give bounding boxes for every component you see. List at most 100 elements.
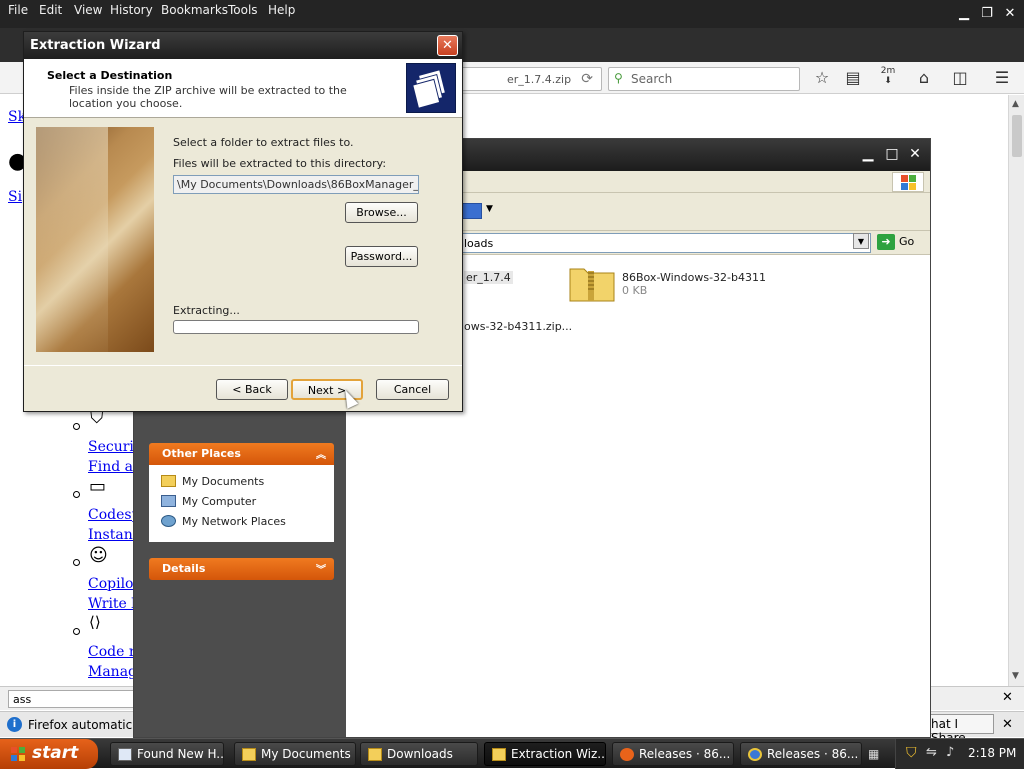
menu-bookmarks[interactable]: Bookmarks bbox=[161, 3, 228, 17]
go-button[interactable]: ➜ Go bbox=[877, 234, 914, 250]
menu-file[interactable]: File bbox=[8, 3, 28, 17]
zip-folder-icon[interactable] bbox=[568, 263, 616, 303]
task-downloads[interactable]: Downloads bbox=[360, 742, 478, 766]
file-item[interactable]: 86Box-Windows-32-b4311 0 KB bbox=[622, 271, 766, 297]
page-link[interactable]: Instant bbox=[88, 527, 138, 543]
system-tray: ⛉ ⇋ ♪ 2:18 PM bbox=[895, 739, 1024, 769]
place-my-documents[interactable]: My Documents bbox=[161, 475, 264, 488]
network-icon[interactable]: ⇋ bbox=[926, 745, 937, 760]
minimize-icon[interactable]: ▁ bbox=[954, 5, 974, 23]
computer-icon bbox=[161, 495, 176, 507]
zip-folders-icon bbox=[406, 63, 456, 113]
address-dropdown-icon[interactable]: ▼ bbox=[853, 233, 869, 249]
browse-button[interactable]: Browse... bbox=[345, 202, 418, 223]
page-link[interactable]: Manag bbox=[88, 664, 137, 680]
search-input[interactable]: ⚲ Search bbox=[608, 67, 800, 91]
code-review-icon: ⟨⟩ bbox=[89, 613, 101, 631]
pocket-icon[interactable]: ◫ bbox=[949, 68, 971, 87]
place-my-network[interactable]: My Network Places bbox=[161, 515, 286, 528]
page-link[interactable]: Si bbox=[8, 189, 22, 205]
destination-field[interactable]: \My Documents\Downloads\86BoxManager_1.7… bbox=[173, 175, 419, 194]
cancel-button[interactable]: Cancel bbox=[376, 379, 449, 400]
close-icon[interactable]: ✕ bbox=[437, 35, 458, 56]
place-label: My Computer bbox=[182, 495, 257, 508]
other-places-title: Other Places bbox=[162, 447, 241, 460]
task-extraction-wizard[interactable]: Extraction Wiz... bbox=[484, 742, 606, 766]
page-link[interactable]: Code r bbox=[88, 644, 136, 660]
details-title: Details bbox=[162, 562, 206, 575]
file-item[interactable]: ows-32-b4311.zip... bbox=[464, 320, 572, 333]
find-input[interactable]: ass bbox=[8, 690, 134, 708]
reading-list-icon[interactable]: ▤ bbox=[842, 68, 864, 87]
window-icon bbox=[118, 748, 132, 761]
share-button[interactable]: hat I Share bbox=[926, 714, 994, 745]
restore-icon[interactable]: ❐ bbox=[977, 5, 997, 23]
start-button[interactable]: start bbox=[0, 739, 98, 769]
scroll-thumb[interactable] bbox=[1012, 115, 1022, 157]
maximize-icon[interactable]: □ bbox=[883, 146, 901, 163]
other-places-body: My Documents My Computer My Network Plac… bbox=[149, 465, 334, 542]
task-label: Releases · 86... bbox=[767, 747, 859, 761]
menu-edit[interactable]: Edit bbox=[39, 3, 62, 17]
extraction-wizard-dialog: Extraction Wizard ✕ Select a Destination… bbox=[23, 31, 463, 412]
close-icon[interactable]: ✕ bbox=[1000, 5, 1020, 23]
reload-icon[interactable]: ⟳ bbox=[581, 71, 593, 87]
bookmark-star-icon[interactable]: ☆ bbox=[811, 68, 833, 87]
back-button[interactable]: < Back bbox=[216, 379, 288, 400]
go-label: Go bbox=[899, 235, 915, 248]
page-link[interactable]: Copilot bbox=[88, 576, 139, 592]
downloads-icon[interactable]: 2m ⬇ bbox=[877, 66, 899, 86]
task-label: My Documents bbox=[261, 747, 351, 761]
search-placeholder: Search bbox=[631, 72, 673, 86]
place-label: My Network Places bbox=[182, 515, 286, 528]
chevron-down-icon[interactable]: ▼ bbox=[486, 204, 493, 214]
download-badge: 2m bbox=[880, 66, 896, 76]
other-places-header[interactable]: Other Places ︽ bbox=[149, 443, 334, 465]
wizard-side-image bbox=[36, 127, 154, 352]
close-find-icon[interactable]: ✕ bbox=[1002, 690, 1013, 705]
firefox-menubar: File Edit View History Bookmarks Tools H… bbox=[0, 0, 1024, 28]
menu-history[interactable]: History bbox=[110, 3, 153, 17]
task-firefox-releases[interactable]: Releases · 86... bbox=[612, 742, 734, 766]
page-scrollbar[interactable]: ▲ ▼ bbox=[1008, 95, 1024, 687]
network-icon bbox=[161, 515, 176, 527]
hamburger-menu-icon[interactable]: ☰ bbox=[991, 68, 1013, 87]
start-label: start bbox=[32, 743, 79, 763]
views-icon[interactable] bbox=[460, 203, 482, 219]
list-bullet bbox=[73, 628, 80, 635]
task-found-new-hardware[interactable]: Found New H... bbox=[110, 742, 224, 766]
task-chrome-releases[interactable]: Releases · 86... bbox=[740, 742, 862, 766]
collapse-chevron-icon[interactable]: ︽ bbox=[316, 446, 326, 461]
menu-view[interactable]: View bbox=[74, 3, 102, 17]
close-notice-icon[interactable]: ✕ bbox=[1002, 717, 1013, 732]
go-arrow-icon: ➜ bbox=[877, 234, 895, 250]
details-header[interactable]: Details ︾ bbox=[149, 558, 334, 580]
folder-icon bbox=[161, 475, 176, 487]
info-icon: i bbox=[7, 717, 22, 732]
image-highlight bbox=[36, 127, 108, 352]
extraction-progress-bar bbox=[173, 320, 419, 334]
security-shield-icon[interactable]: ⛉ bbox=[906, 745, 917, 761]
task-my-documents[interactable]: My Documents bbox=[234, 742, 356, 766]
scroll-down-icon[interactable]: ▼ bbox=[1012, 671, 1019, 681]
select-folder-label: Select a folder to extract files to. bbox=[173, 136, 354, 149]
keyboard-icon[interactable]: ▦ bbox=[868, 747, 879, 761]
scroll-up-icon[interactable]: ▲ bbox=[1012, 99, 1019, 109]
file-item[interactable]: er_1.7.4 bbox=[464, 271, 513, 284]
url-bar[interactable]: er_1.7.4.zip ⟳ bbox=[440, 67, 602, 91]
minimize-icon[interactable]: ▁ bbox=[859, 146, 877, 163]
menu-tools[interactable]: Tools bbox=[228, 3, 258, 17]
header-title: Select a Destination bbox=[47, 69, 173, 82]
expand-chevron-icon[interactable]: ︾ bbox=[316, 561, 326, 576]
close-icon[interactable]: ✕ bbox=[906, 146, 924, 163]
wizard-separator bbox=[24, 365, 462, 366]
file-size: 0 KB bbox=[622, 284, 648, 297]
home-icon[interactable]: ⌂ bbox=[913, 68, 935, 87]
password-button[interactable]: Password... bbox=[345, 246, 418, 267]
extracting-label: Extracting... bbox=[173, 304, 240, 317]
page-link[interactable]: Securit bbox=[88, 439, 140, 455]
volume-icon[interactable]: ♪ bbox=[946, 745, 954, 760]
place-label: My Documents bbox=[182, 475, 265, 488]
menu-help[interactable]: Help bbox=[268, 3, 295, 17]
place-my-computer[interactable]: My Computer bbox=[161, 495, 256, 508]
